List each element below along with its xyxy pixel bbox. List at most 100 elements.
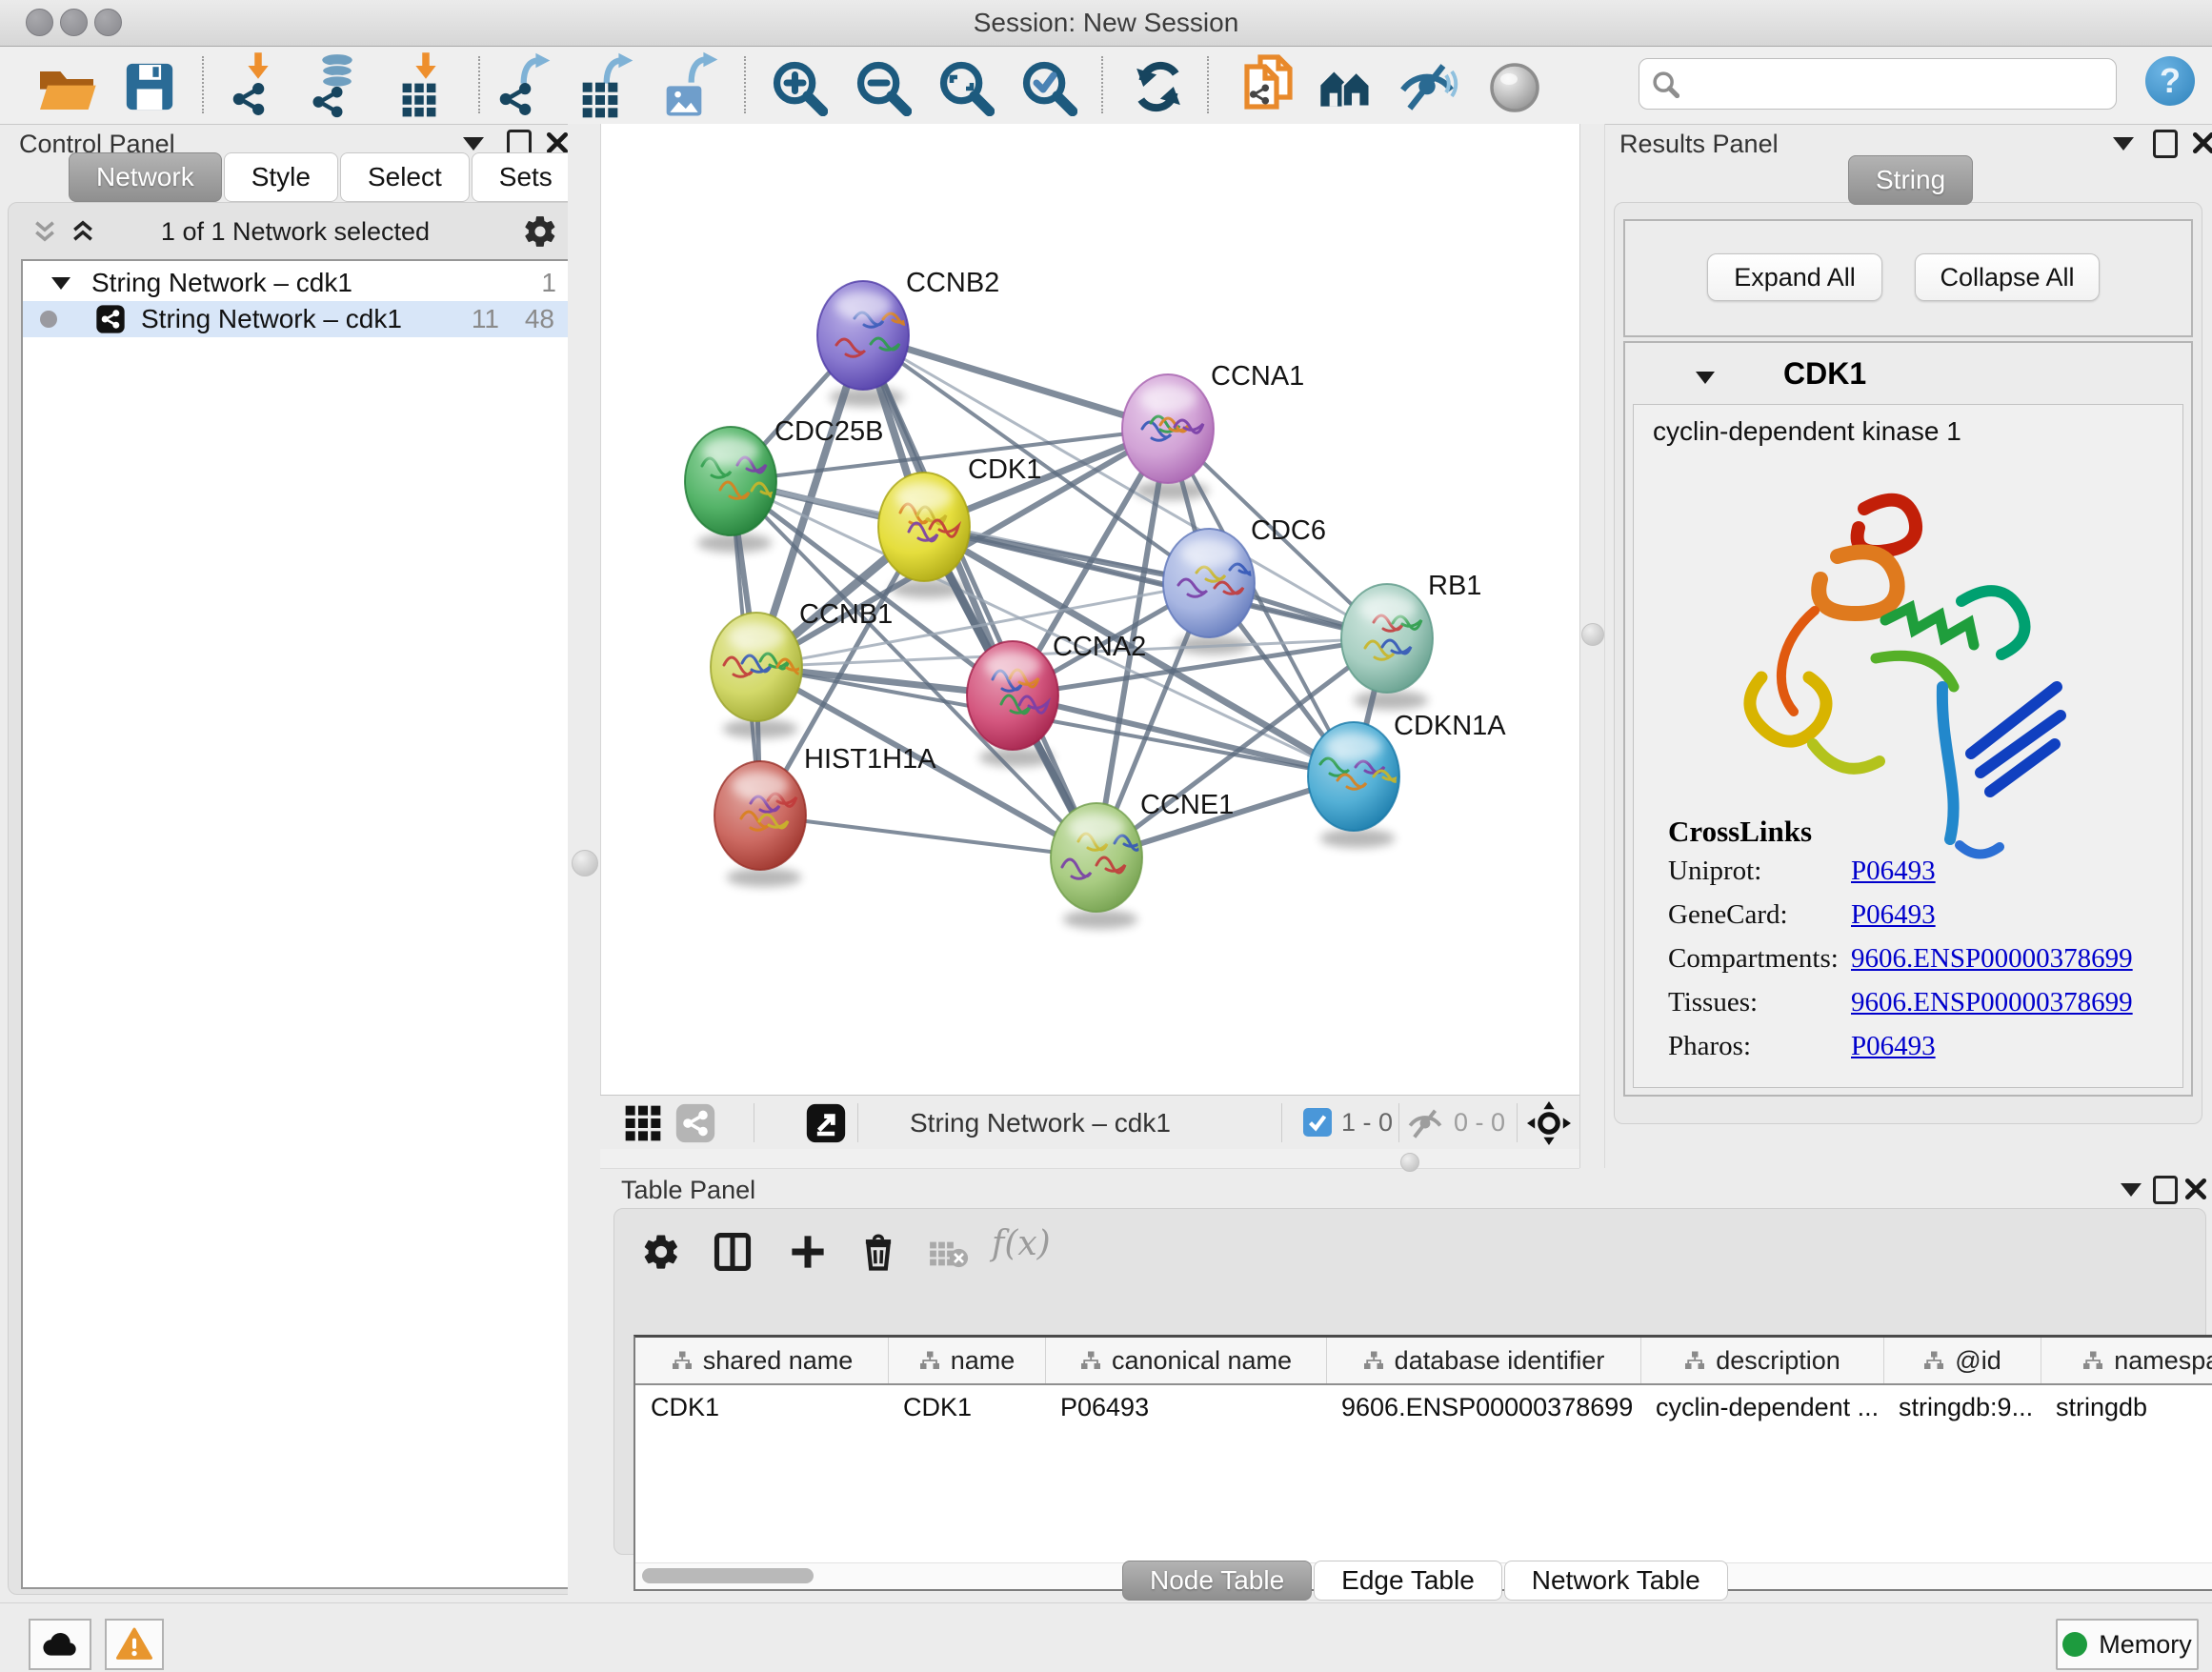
table-cell[interactable]: cyclin-dependent ... (1640, 1385, 1883, 1429)
network-tree-row[interactable]: String Network – cdk1 11 48 (23, 301, 570, 337)
tab-string[interactable]: String (1848, 155, 1973, 205)
search-input[interactable] (1639, 58, 2117, 110)
string-hide-icon[interactable] (1391, 50, 1463, 123)
column-header--id[interactable]: @id (1883, 1338, 2041, 1383)
column-header-canonical-name[interactable]: canonical name (1045, 1338, 1327, 1383)
node-ccna2[interactable] (967, 641, 1058, 750)
horizontal-splitter[interactable] (600, 1149, 1579, 1169)
refresh-view-icon[interactable] (1122, 50, 1195, 123)
scrollbar-thumb[interactable] (642, 1568, 814, 1583)
node-ccna1[interactable] (1122, 374, 1214, 483)
node-hist1h1a[interactable] (714, 761, 806, 870)
table-panel-collapse-icon[interactable] (2121, 1183, 2142, 1197)
tree-expander-icon[interactable] (51, 277, 70, 290)
expand-all-button[interactable]: Expand All (1707, 253, 1882, 301)
table-panel-float-icon[interactable] (2153, 1176, 2178, 1204)
crosslink-link[interactable]: P06493 (1851, 1031, 1936, 1061)
table-panel-close-icon[interactable] (2183, 1177, 2208, 1201)
delete-table-icon[interactable] (929, 1239, 969, 1268)
results-panel-collapse-icon[interactable] (2113, 137, 2134, 151)
table-cell[interactable]: stringdb (2041, 1385, 2212, 1429)
zoom-out-icon[interactable] (846, 50, 918, 123)
export-network-icon[interactable] (488, 50, 560, 123)
node-ccnb1[interactable] (711, 613, 806, 721)
splitter-handle[interactable] (1581, 623, 1604, 646)
save-session-icon[interactable] (113, 50, 186, 123)
export-image-icon[interactable] (654, 50, 726, 123)
help-button[interactable]: ? (2145, 56, 2195, 106)
column-header-database-identifier[interactable]: database identifier (1326, 1338, 1641, 1383)
open-in-window-icon[interactable] (805, 1102, 847, 1144)
add-column-icon[interactable] (788, 1232, 828, 1272)
table-options-gear-icon[interactable] (641, 1232, 681, 1272)
node-cdc6[interactable] (1163, 529, 1258, 637)
column-header-shared-name[interactable]: shared name (635, 1338, 889, 1383)
grid-view-icon[interactable] (624, 1104, 662, 1142)
node-ccne1[interactable] (1051, 803, 1143, 912)
expand-all-chevron-icon[interactable] (67, 219, 99, 248)
crosslink-link[interactable]: 9606.ENSP00000378699 (1851, 987, 2133, 1017)
node-ccnb2[interactable] (817, 281, 912, 390)
table-cell[interactable]: 9606.ENSP00000378699 (1326, 1385, 1640, 1429)
edge-hist1h1a-ccne1[interactable] (760, 816, 1096, 857)
show-columns-icon[interactable] (712, 1230, 754, 1274)
tab-sets[interactable]: Sets (472, 152, 580, 202)
node-cdk1[interactable] (878, 473, 970, 581)
string-home-icon[interactable] (1309, 50, 1381, 123)
zoom-selected-icon[interactable] (1012, 50, 1084, 123)
table-cell[interactable]: stringdb:9... (1883, 1385, 2041, 1429)
open-session-icon[interactable] (30, 50, 103, 123)
birdseye-crosshair-icon[interactable] (1526, 1100, 1572, 1146)
edge-ccnb2-ccne1[interactable] (863, 335, 1096, 857)
import-network-file-icon[interactable] (221, 50, 293, 123)
tab-node-table[interactable]: Node Table (1122, 1561, 1312, 1601)
results-panel-close-icon[interactable] (2191, 131, 2212, 155)
collapse-all-button[interactable]: Collapse All (1915, 253, 2100, 301)
crosslink-link[interactable]: 9606.ENSP00000378699 (1851, 943, 2133, 974)
gene-expander-icon[interactable] (1696, 372, 1715, 384)
import-table-file-icon[interactable] (389, 50, 461, 123)
selected-nodes-checkbox[interactable] (1303, 1108, 1332, 1137)
collapse-all-chevron-icon[interactable] (29, 219, 61, 248)
string-import-document-icon[interactable] (1231, 50, 1303, 123)
table-cell[interactable]: CDK1 (635, 1385, 888, 1429)
node-rb1[interactable] (1341, 584, 1433, 693)
export-table-icon[interactable] (571, 50, 643, 123)
network-tree-root-row[interactable]: String Network – cdk1 1 (23, 265, 570, 301)
results-panel-float-icon[interactable] (2153, 130, 2178, 158)
delete-column-icon[interactable] (858, 1230, 898, 1274)
node-table[interactable]: shared namenamecanonical namedatabase id… (633, 1335, 2212, 1591)
warnings-button[interactable] (105, 1619, 164, 1670)
tab-network-table[interactable]: Network Table (1504, 1561, 1728, 1601)
fit-content-icon[interactable] (929, 50, 1001, 123)
network-options-gear-icon[interactable] (522, 213, 558, 250)
cloud-status-button[interactable] (29, 1619, 91, 1670)
crosslink-link[interactable]: P06493 (1851, 899, 1936, 930)
node-cdkn1a[interactable] (1308, 722, 1402, 831)
string-settings-ball-icon[interactable] (1478, 50, 1551, 123)
network-canvas[interactable]: CCNB2CCNA1CDC25BCDK1CDC6RB1CCNB1CCNA2CDK… (600, 124, 1580, 1095)
column-header-description[interactable]: description (1640, 1338, 1884, 1383)
tab-style[interactable]: Style (224, 152, 338, 202)
column-header-name[interactable]: name (888, 1338, 1046, 1383)
tab-select[interactable]: Select (340, 152, 470, 202)
edge-ccnb2-ccna1[interactable] (863, 335, 1168, 429)
function-builder-icon[interactable]: f(x) (992, 1224, 1051, 1263)
tab-edge-table[interactable]: Edge Table (1314, 1561, 1502, 1601)
import-network-database-icon[interactable] (301, 50, 373, 123)
left-panel-splitter[interactable] (568, 124, 600, 1601)
zoom-in-icon[interactable] (762, 50, 835, 123)
table-cell[interactable]: P06493 (1045, 1385, 1326, 1429)
memory-button[interactable]: Memory (2056, 1619, 2199, 1670)
right-panel-splitter[interactable] (1579, 124, 1605, 1168)
crosslink-link[interactable]: P06493 (1851, 856, 1936, 886)
column-header-namespace[interactable]: namespace (2041, 1338, 2212, 1383)
network-edges[interactable] (731, 335, 1387, 857)
control-panel-collapse-icon[interactable] (463, 137, 484, 151)
network-graph[interactable]: CCNB2CCNA1CDC25BCDK1CDC6RB1CCNB1CCNA2CDK… (601, 124, 1580, 1095)
share-view-icon[interactable] (674, 1102, 716, 1144)
table-cell[interactable]: CDK1 (888, 1385, 1045, 1429)
splitter-handle[interactable] (572, 850, 598, 876)
hidden-eye-icon[interactable] (1408, 1107, 1442, 1141)
tab-network[interactable]: Network (69, 152, 222, 202)
